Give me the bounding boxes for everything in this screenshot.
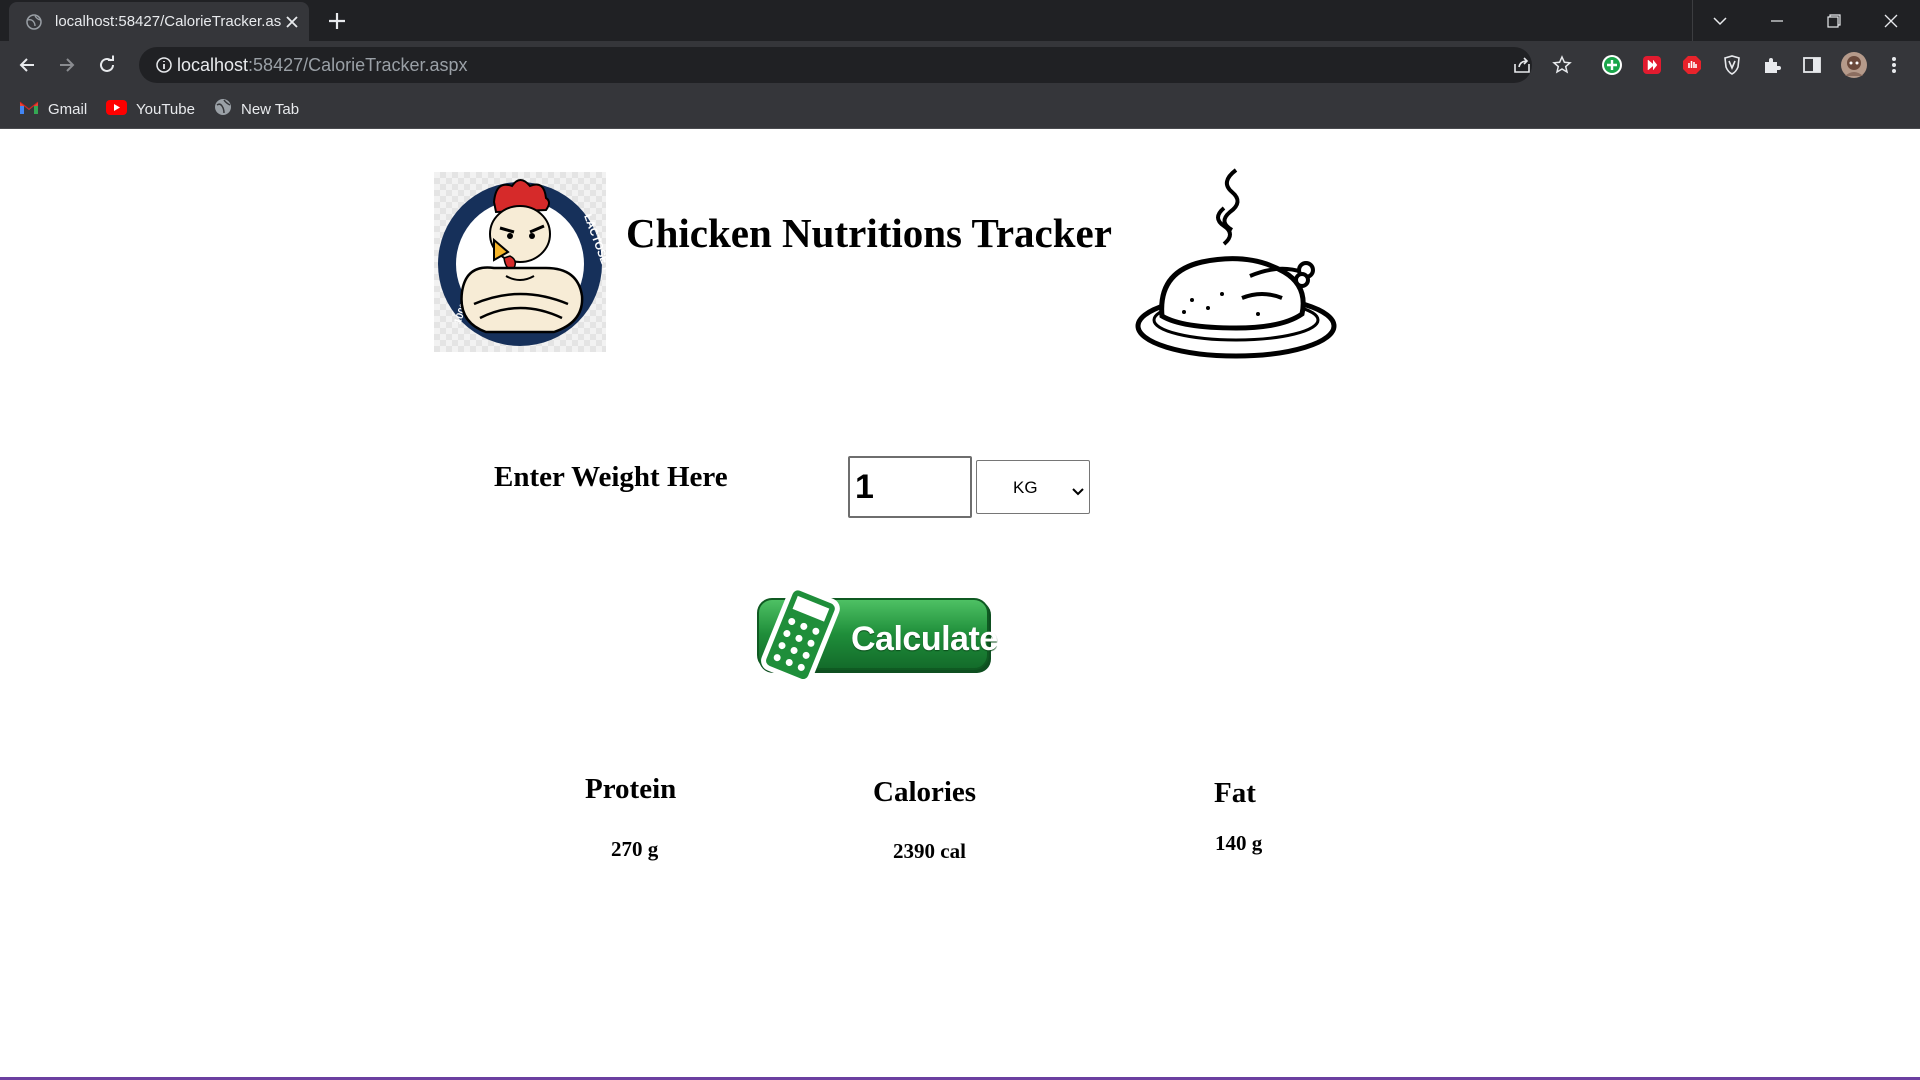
tab-search-icon[interactable] [1692, 0, 1748, 41]
weight-input[interactable] [848, 456, 972, 518]
bookmarks-bar: Gmail YouTube New Tab [0, 89, 1920, 129]
profile-avatar[interactable] [1840, 51, 1868, 79]
minimize-icon[interactable] [1749, 0, 1805, 41]
restore-icon[interactable] [1806, 0, 1862, 41]
chicken-protein-logo: 100% CHICKEN PROTEIN LACTOSE FREE [434, 172, 621, 352]
bookmark-youtube[interactable]: YouTube [106, 98, 195, 120]
gmail-icon [19, 100, 39, 119]
calculate-button[interactable]: Calculate [755, 584, 998, 686]
menu-kebab-icon[interactable] [1882, 53, 1906, 77]
chevron-down-icon [1072, 482, 1084, 501]
browser-tab-strip: localhost:58427/CalorieTracker.aspx [0, 0, 1920, 41]
address-bar[interactable]: localhost:58427/CalorieTracker.aspx [139, 47, 1532, 83]
page-content: 100% CHICKEN PROTEIN LACTOSE FREE Chicke… [0, 129, 1920, 1080]
bookmark-label-new-tab: New Tab [241, 100, 300, 118]
site-info-icon[interactable] [155, 56, 173, 78]
calories-heading: Calories [873, 776, 977, 808]
youtube-icon [106, 99, 127, 119]
close-window-icon[interactable] [1863, 0, 1919, 41]
roast-chicken-icon [1132, 168, 1338, 360]
extensions-puzzle-icon[interactable] [1760, 53, 1784, 77]
bookmark-new-tab[interactable]: New Tab [214, 98, 299, 120]
forward-icon[interactable] [55, 53, 79, 77]
back-icon[interactable] [15, 53, 39, 77]
unit-select-value: KG [1013, 478, 1038, 497]
url-path: :58427/CalorieTracker.aspx [248, 55, 468, 75]
weight-label: Enter Weight Here [494, 461, 728, 493]
unit-select[interactable]: KG [976, 460, 1090, 514]
bookmark-gmail[interactable]: Gmail [19, 98, 87, 120]
calories-value: 2390 cal [893, 839, 966, 863]
browser-tab[interactable]: localhost:58427/CalorieTracker.aspx [9, 2, 309, 41]
fat-value: 140 g [1215, 831, 1263, 855]
url-text: localhost:58427/CalorieTracker.aspx [177, 55, 468, 76]
reload-icon[interactable] [95, 53, 119, 77]
tab-close-icon[interactable] [285, 14, 299, 33]
tab-title: localhost:58427/CalorieTracker.aspx [55, 13, 281, 30]
share-icon[interactable] [1510, 53, 1534, 77]
bookmark-label-youtube: YouTube [136, 100, 195, 118]
globe-icon [26, 14, 42, 34]
side-panel-icon[interactable] [1800, 53, 1824, 77]
calculate-button-label: Calculate [851, 620, 998, 658]
extension-shield-icon[interactable] [1720, 53, 1744, 77]
new-tab-button[interactable] [326, 10, 348, 36]
browser-toolbar: localhost:58427/CalorieTracker.aspx [0, 41, 1920, 89]
page-title: Chicken Nutritions Tracker [626, 210, 1112, 256]
fat-heading: Fat [1214, 777, 1256, 809]
url-host: localhost [177, 55, 249, 75]
bookmark-star-icon[interactable] [1550, 53, 1574, 77]
extension-media-icon[interactable] [1640, 53, 1664, 77]
extension-stop-icon[interactable] [1680, 53, 1704, 77]
extension-plus-icon[interactable] [1600, 53, 1624, 77]
bookmark-label-gmail: Gmail [48, 100, 88, 118]
globe-icon [214, 98, 232, 120]
protein-value: 270 g [611, 837, 659, 861]
protein-heading: Protein [585, 773, 677, 805]
